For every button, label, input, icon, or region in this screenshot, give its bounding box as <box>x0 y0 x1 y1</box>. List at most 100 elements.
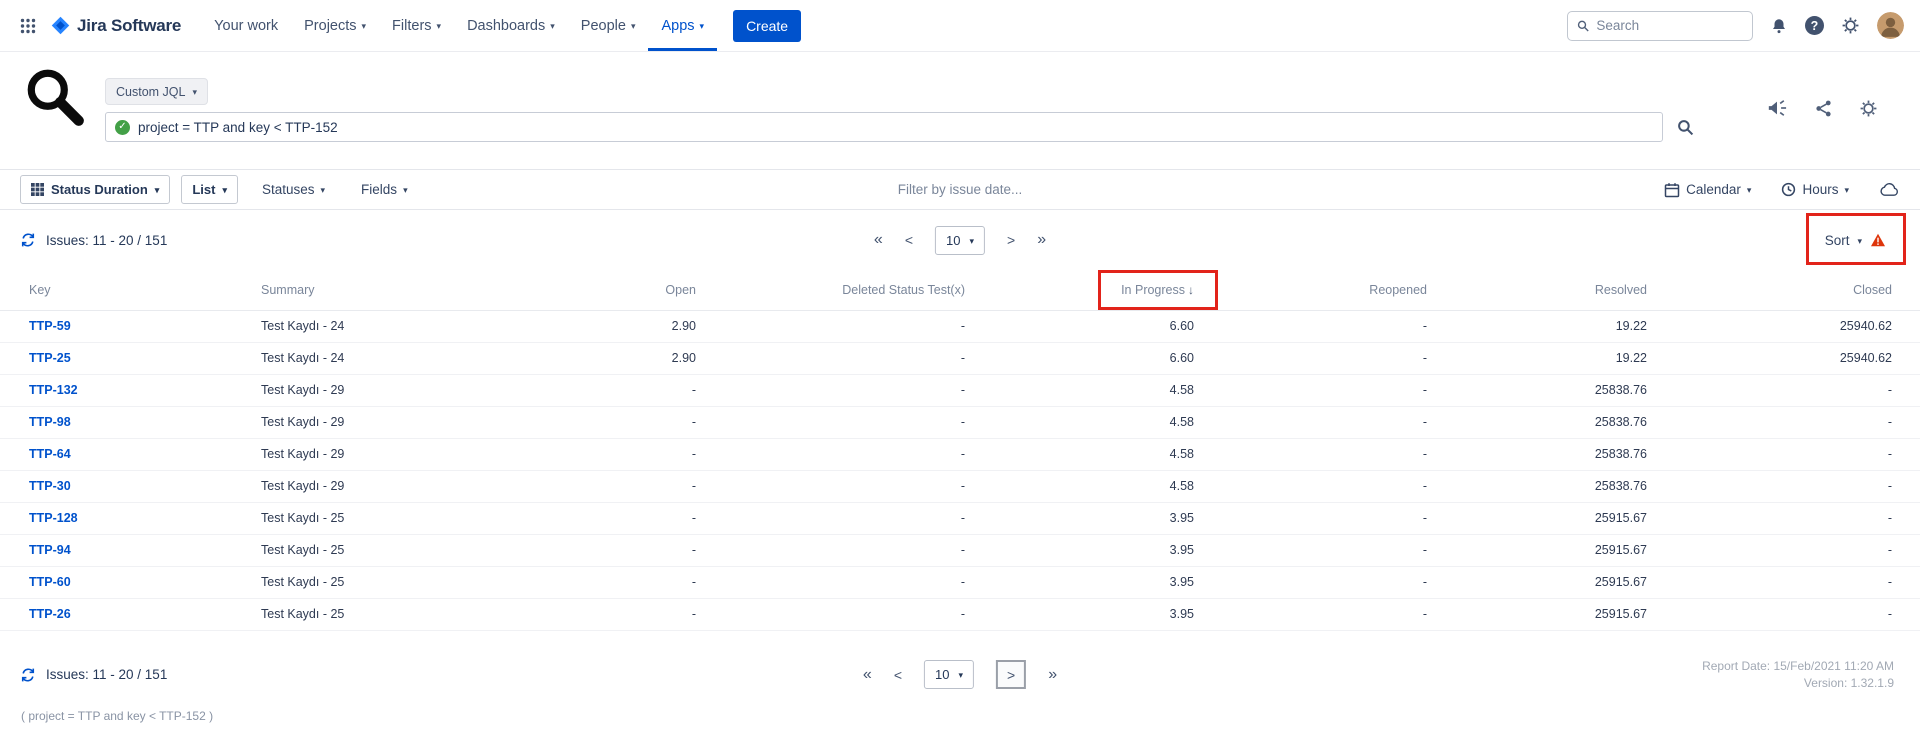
view-selector-button[interactable]: List ▾ <box>181 175 238 204</box>
chevron-down-icon: ▾ <box>1844 186 1849 195</box>
cell-issue-key: TTP-60 <box>0 566 261 598</box>
user-avatar[interactable] <box>1877 12 1904 39</box>
search-icon <box>1677 119 1694 136</box>
column-header-deleted-status-test[interactable]: Deleted Status Test(x) <box>696 270 965 310</box>
cloud-icon <box>1879 182 1900 197</box>
table-row: TTP-128Test Kaydı - 25--3.95-25915.67- <box>0 502 1920 534</box>
prev-page-button[interactable]: < <box>905 232 913 248</box>
column-header-reopened[interactable]: Reopened <box>1194 270 1427 310</box>
share-button[interactable] <box>1814 99 1833 118</box>
last-page-button[interactable]: » <box>1048 666 1057 684</box>
issues-count-label: Issues: 11 - 20 / 151 <box>46 233 167 248</box>
refresh-button-bottom[interactable] <box>20 667 36 683</box>
cell-deleted-status-test: - <box>696 342 965 374</box>
column-header-in-progress[interactable]: In Progress↓ <box>965 270 1194 310</box>
column-header-resolved[interactable]: Resolved <box>1427 270 1647 310</box>
cell-reopened: - <box>1194 502 1427 534</box>
primary-nav: Your work Projects ▾ Filters ▾ Dashboard… <box>201 0 717 51</box>
issue-key-link[interactable]: TTP-98 <box>29 415 71 429</box>
jql-query-input[interactable]: ✓ project = TTP and key < TTP-152 <box>105 112 1663 142</box>
sort-dropdown[interactable]: Sort ▾ <box>1825 233 1886 248</box>
issues-table-body: TTP-59Test Kaydı - 242.90-6.60-19.222594… <box>0 310 1920 630</box>
topnav-left: Jira Software Your work Projects ▾ Filte… <box>10 0 801 51</box>
cell-resolved: 19.22 <box>1427 310 1647 342</box>
nav-filters[interactable]: Filters ▾ <box>379 0 454 51</box>
export-cloud-button[interactable] <box>1879 182 1900 197</box>
fields-dropdown[interactable]: Fields ▾ <box>361 182 408 197</box>
nav-dashboards[interactable]: Dashboards ▾ <box>454 0 568 51</box>
cell-closed: - <box>1647 438 1920 470</box>
issue-key-link[interactable]: TTP-60 <box>29 575 71 589</box>
refresh-button[interactable] <box>20 232 36 248</box>
chevron-down-icon: ▾ <box>700 22 705 31</box>
column-header-key[interactable]: Key <box>0 270 261 310</box>
settings-gear-icon[interactable] <box>1841 16 1860 35</box>
announcement-button[interactable] <box>1766 98 1788 118</box>
issue-key-link[interactable]: TTP-128 <box>29 511 78 525</box>
cell-closed: - <box>1647 534 1920 566</box>
jql-search-button[interactable] <box>1677 119 1694 136</box>
column-header-closed[interactable]: Closed <box>1647 270 1920 310</box>
top-navigation-bar: Jira Software Your work Projects ▾ Filte… <box>0 0 1920 52</box>
statuses-dropdown[interactable]: Statuses ▾ <box>262 182 325 197</box>
cell-deleted-status-test: - <box>696 470 965 502</box>
page-size-select[interactable]: 10 ▾ <box>924 660 974 689</box>
jql-valid-check-icon: ✓ <box>115 120 130 135</box>
column-header-open[interactable]: Open <box>516 270 696 310</box>
issues-count-top: Issues: 11 - 20 / 151 <box>20 232 167 248</box>
first-page-button[interactable]: « <box>874 231 883 249</box>
table-header-row: Key Summary Open Deleted Status Test(x) … <box>0 270 1920 310</box>
report-header-actions <box>1766 98 1878 118</box>
chevron-down-icon: ▾ <box>403 186 408 195</box>
megaphone-icon <box>1766 98 1788 118</box>
help-icon[interactable]: ? <box>1805 16 1824 35</box>
cell-issue-key: TTP-59 <box>0 310 261 342</box>
column-header-summary[interactable]: Summary <box>261 270 516 310</box>
cell-open: 2.90 <box>516 342 696 374</box>
jira-logo[interactable]: Jira Software <box>46 15 191 36</box>
global-search-input[interactable] <box>1596 18 1743 33</box>
cell-resolved: 25838.76 <box>1427 470 1647 502</box>
nav-apps[interactable]: Apps ▾ <box>648 0 717 51</box>
time-unit-label: Hours <box>1802 182 1838 197</box>
issue-key-link[interactable]: TTP-132 <box>29 383 78 397</box>
search-icon <box>1577 19 1589 33</box>
jql-mode-dropdown[interactable]: Custom JQL ▾ <box>105 78 208 105</box>
issue-key-link[interactable]: TTP-25 <box>29 351 71 365</box>
time-unit-dropdown[interactable]: Hours ▾ <box>1781 182 1849 197</box>
cell-reopened: - <box>1194 374 1427 406</box>
cell-resolved: 25838.76 <box>1427 406 1647 438</box>
issue-date-filter-input[interactable] <box>810 182 1110 197</box>
create-button[interactable]: Create <box>733 10 801 42</box>
cell-deleted-status-test: - <box>696 502 965 534</box>
nav-projects[interactable]: Projects ▾ <box>291 0 379 51</box>
cell-issue-key: TTP-30 <box>0 470 261 502</box>
issues-table: Key Summary Open Deleted Status Test(x) … <box>0 270 1920 631</box>
issue-key-link[interactable]: TTP-59 <box>29 319 71 333</box>
grid-icon <box>31 183 44 196</box>
report-settings-button[interactable] <box>1859 99 1878 118</box>
last-page-button[interactable]: » <box>1037 231 1046 249</box>
first-page-button[interactable]: « <box>863 666 872 684</box>
calendar-dropdown[interactable]: Calendar ▾ <box>1664 182 1751 198</box>
next-page-button[interactable]: > <box>1007 232 1015 248</box>
cell-summary: Test Kaydı - 25 <box>261 502 516 534</box>
cell-in-progress: 4.58 <box>965 438 1194 470</box>
app-switcher-icon[interactable] <box>10 0 46 51</box>
nav-people[interactable]: People ▾ <box>568 0 649 51</box>
notifications-bell-icon[interactable] <box>1770 17 1788 35</box>
cell-deleted-status-test: - <box>696 374 965 406</box>
next-page-button[interactable]: > <box>996 660 1026 689</box>
cell-in-progress: 3.95 <box>965 598 1194 630</box>
page-size-select[interactable]: 10 ▾ <box>935 226 985 255</box>
prev-page-button[interactable]: < <box>894 667 902 683</box>
issue-key-link[interactable]: TTP-94 <box>29 543 71 557</box>
issue-key-link[interactable]: TTP-30 <box>29 479 71 493</box>
issues-count-label: Issues: 11 - 20 / 151 <box>46 667 167 682</box>
global-search[interactable] <box>1567 11 1753 41</box>
issue-key-link[interactable]: TTP-26 <box>29 607 71 621</box>
report-type-button[interactable]: Status Duration ▾ <box>20 175 170 204</box>
issue-key-link[interactable]: TTP-64 <box>29 447 71 461</box>
nav-your-work[interactable]: Your work <box>201 0 291 51</box>
cell-deleted-status-test: - <box>696 310 965 342</box>
